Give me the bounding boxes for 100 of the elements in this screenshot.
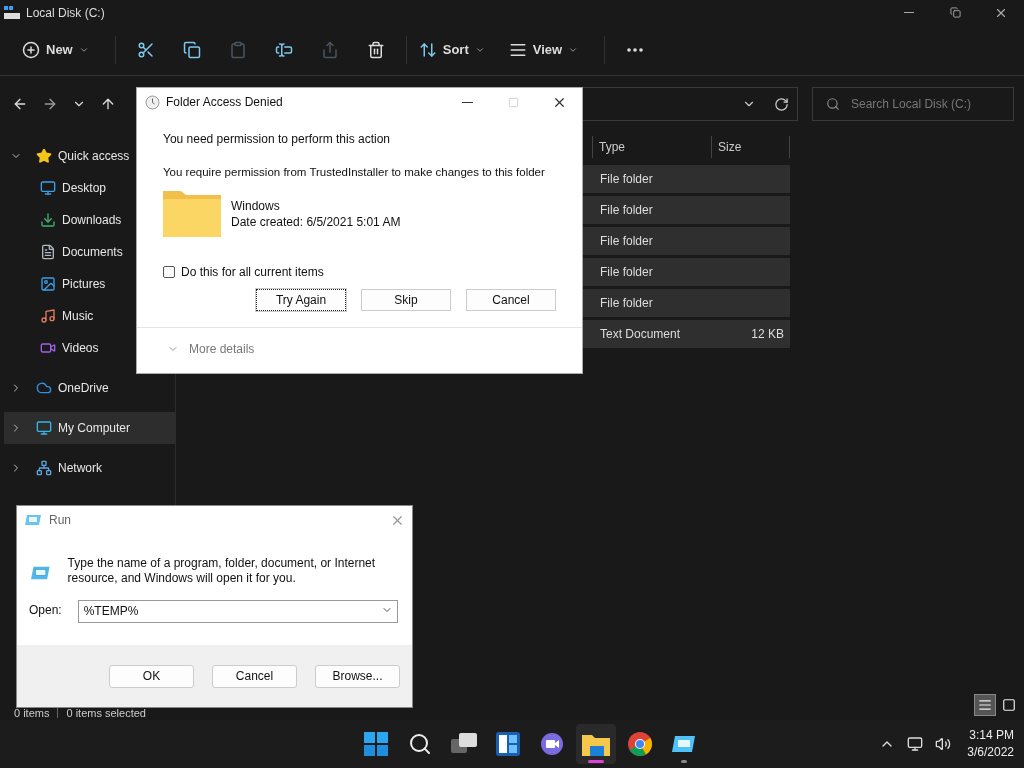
sidebar-item[interactable]: Music: [4, 300, 175, 332]
forward-icon[interactable]: [42, 96, 58, 112]
tile-icon: [1002, 698, 1016, 712]
folder-icon: [581, 732, 610, 756]
star-icon: [36, 148, 52, 164]
video-icon: [40, 340, 56, 356]
search-icon: [826, 97, 840, 111]
music-icon: [40, 308, 56, 324]
sidebar-item[interactable]: Downloads: [4, 204, 175, 236]
type-cell-text: File folder: [600, 202, 654, 219]
sidebar-item[interactable]: Network: [4, 452, 175, 484]
desktop-icon: [40, 180, 56, 196]
sidebar-label: Quick access: [58, 148, 130, 165]
open-label: Open:: [29, 601, 62, 619]
toolbar-menu-button[interactable]: New: [18, 32, 93, 68]
clock-date: 3/6/2022: [967, 744, 1014, 761]
up-icon[interactable]: [100, 96, 116, 112]
download-icon: [40, 212, 56, 228]
dialog-button[interactable]: Try Again: [256, 289, 346, 312]
run-description: Type the name of a program, folder, document, or Internet resource, and Windows will open it for you.: [67, 556, 377, 586]
type-cell-text: File folder: [600, 295, 654, 312]
sidebar-item[interactable]: Pictures: [4, 268, 175, 300]
sidebar-item[interactable]: Documents: [4, 236, 175, 268]
lines-icon: [508, 41, 527, 59]
checkbox[interactable]: [163, 266, 175, 279]
sidebar-item[interactable]: OneDrive: [4, 372, 175, 404]
dialog-button[interactable]: Cancel: [212, 664, 297, 688]
task-view-icon: [450, 733, 477, 755]
size-cell-text: 12 KB: [751, 326, 784, 343]
caret-icon: [78, 45, 89, 55]
type-cell-text: Text Document: [600, 326, 682, 343]
minimize-icon: [904, 12, 914, 13]
dialog-button[interactable]: Cancel: [466, 289, 556, 312]
plus-icon: [22, 41, 40, 59]
sidebar-label: Pictures: [62, 276, 106, 293]
run-icon: [671, 734, 696, 754]
list-icon: [978, 698, 992, 712]
column-header[interactable]: Type: [593, 138, 711, 156]
dialog-title: Run: [49, 512, 71, 529]
computer-icon: [36, 420, 52, 436]
details-view-button[interactable]: [974, 694, 996, 716]
window-title: Local Disk (C:): [26, 4, 105, 22]
sidebar-label: Downloads: [62, 212, 122, 229]
clipboard-icon: [228, 41, 247, 59]
widgets-icon: [495, 732, 520, 756]
rename-icon: [274, 41, 293, 59]
windows-logo-icon: [363, 732, 388, 756]
network-icon: [36, 460, 52, 476]
document-icon: [40, 244, 56, 260]
taskbar-app[interactable]: [575, 724, 616, 764]
share-icon: [320, 41, 339, 59]
sidebar-label: My Computer: [58, 420, 131, 437]
drive-icon: [4, 5, 20, 20]
selection-count: 0 items selected: [66, 705, 146, 721]
item-date: Date created: 6/5/2021 5:01 AM: [231, 214, 401, 231]
sidebar-label: OneDrive: [58, 380, 109, 397]
browser-icon: [627, 732, 652, 756]
maximize-icon: [507, 96, 519, 108]
search-icon: [407, 732, 432, 756]
picture-icon: [40, 276, 56, 292]
copy-icon: [182, 41, 201, 59]
dialog-message: You require permission from TrustedInstaller to make changes to this folder: [163, 165, 546, 180]
open-field[interactable]: %TEMP%: [77, 599, 398, 623]
sort-icon: [418, 41, 437, 59]
sidebar-label: Music: [62, 308, 94, 325]
chat-icon: [539, 732, 564, 756]
volume-icon[interactable]: [935, 736, 952, 752]
sidebar-item[interactable]: My Computer: [4, 412, 175, 444]
running-indicator: [680, 760, 687, 763]
run-icon: [25, 514, 41, 526]
refresh-icon: [774, 96, 789, 112]
caret-icon: [568, 45, 579, 55]
dialog-button[interactable]: Skip: [361, 289, 451, 312]
minimize-icon: [461, 101, 473, 103]
checkbox-label: Do this for all current items: [181, 264, 324, 282]
network-icon[interactable]: [907, 736, 924, 752]
running-indicator: [587, 760, 604, 763]
clock-icon: [145, 94, 160, 110]
clock-time: 3:14 PM: [969, 727, 1014, 744]
cloud-icon: [36, 380, 52, 396]
sidebar-label: Desktop: [62, 180, 107, 197]
type-cell-text: File folder: [600, 233, 654, 250]
caret-icon: [474, 45, 485, 55]
sidebar-label: Documents: [62, 244, 123, 261]
dialog-heading: You need permission to perform this action: [163, 131, 391, 148]
sidebar-label: Videos: [62, 340, 99, 357]
dialog-button[interactable]: OK: [109, 664, 194, 688]
restore-icon: [949, 7, 961, 18]
search-field[interactable]: Search Local Disk (C:): [812, 87, 1014, 121]
dialog-button[interactable]: Browse...: [315, 664, 400, 688]
toolbar-menu-button[interactable]: View: [504, 32, 583, 68]
item-count: 0 items: [14, 705, 50, 721]
type-cell-text: File folder: [600, 171, 654, 188]
folder-icon: [163, 191, 221, 238]
type-cell-text: File folder: [600, 264, 654, 281]
toolbar-menu-button[interactable]: Sort: [414, 32, 489, 68]
dialog-title: Folder Access Denied: [166, 94, 283, 111]
item-name: Windows: [231, 198, 281, 215]
column-header[interactable]: Size: [712, 138, 789, 156]
back-icon[interactable]: [12, 96, 28, 112]
